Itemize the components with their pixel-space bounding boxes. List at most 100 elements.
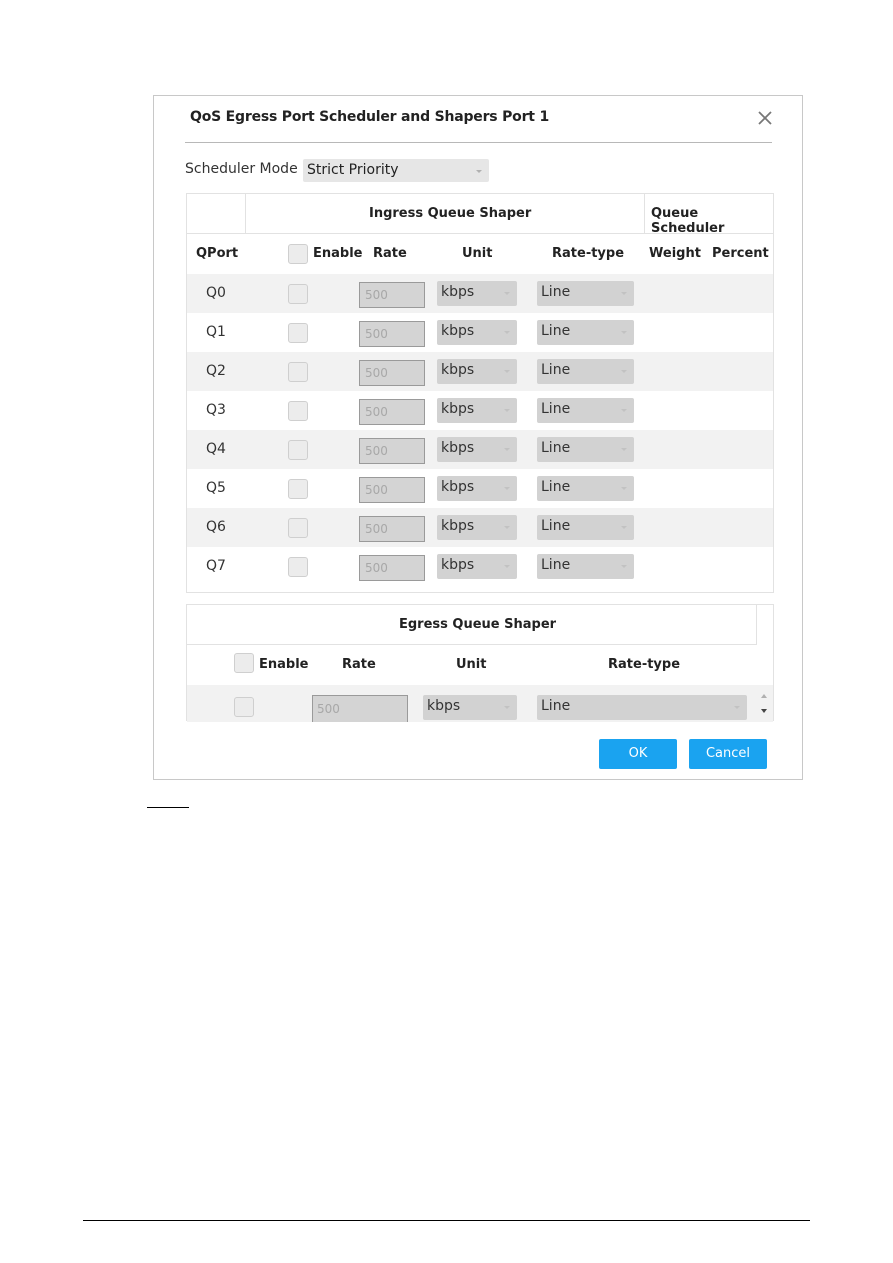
egress-unit-value: kbps [427, 698, 461, 714]
dialog-title: QoS Egress Port Scheduler and Shapers Po… [190, 109, 549, 125]
ingress-table: Ingress Queue Shaper Queue Scheduler QPo… [186, 193, 774, 593]
egress-col-rate: Rate [342, 657, 376, 672]
queue-unit-select[interactable]: kbps [437, 476, 517, 501]
queue-unit-value: kbps [441, 323, 475, 339]
queue-enable-checkbox[interactable] [288, 479, 308, 499]
scroll-down-arrow-icon[interactable] [761, 709, 767, 713]
scroll-up-arrow-icon[interactable] [761, 694, 767, 698]
scheduler-mode-select[interactable]: Strict Priority [303, 159, 489, 182]
queue-rate-input[interactable]: 500 [359, 360, 425, 386]
chevron-down-icon [504, 409, 510, 412]
queue-row: Q5 500 kbps Line [187, 469, 773, 508]
queue-enable-checkbox[interactable] [288, 284, 308, 304]
col-unit: Unit [462, 246, 493, 261]
queue-rate-input[interactable]: 500 [359, 516, 425, 542]
queue-rate-type-select[interactable]: Line [537, 476, 634, 501]
queue-unit-select[interactable]: kbps [437, 281, 517, 306]
queue-rate-input[interactable]: 500 [359, 282, 425, 308]
egress-enable-checkbox[interactable] [234, 697, 254, 717]
queue-rate-type-select[interactable]: Line [537, 320, 634, 345]
chevron-down-icon [621, 448, 627, 451]
egress-group-header: Egress Queue Shaper [187, 605, 757, 645]
queue-unit-select[interactable]: kbps [437, 437, 517, 462]
queue-row: Q1 500 kbps Line [187, 313, 773, 352]
queue-rate-input[interactable]: 500 [359, 477, 425, 503]
header-divider [644, 194, 645, 234]
chevron-down-icon [476, 170, 482, 173]
queue-label: Q3 [206, 402, 226, 418]
egress-enable-all-checkbox[interactable] [234, 653, 254, 673]
queue-label: Q0 [206, 285, 226, 301]
cancel-button[interactable]: Cancel [689, 739, 767, 769]
queue-enable-checkbox[interactable] [288, 518, 308, 538]
queue-rate-input[interactable]: 500 [359, 321, 425, 347]
queue-rate-type-select[interactable]: Line [537, 359, 634, 384]
col-qport: QPort [196, 246, 239, 261]
egress-row: 500 kbps Line [187, 685, 773, 722]
queue-rate-input[interactable]: 500 [359, 438, 425, 464]
chevron-down-icon [621, 526, 627, 529]
queue-rate-type-value: Line [541, 323, 571, 339]
queue-unit-value: kbps [441, 284, 475, 300]
queue-unit-select[interactable]: kbps [437, 398, 517, 423]
queue-row: Q6 500 kbps Line [187, 508, 773, 547]
chevron-down-icon [621, 331, 627, 334]
qos-dialog: QoS Egress Port Scheduler and Shapers Po… [153, 95, 803, 780]
queue-rate-type-value: Line [541, 557, 571, 573]
queue-enable-checkbox[interactable] [288, 440, 308, 460]
enable-all-checkbox[interactable] [288, 244, 308, 264]
chevron-down-icon [621, 409, 627, 412]
queue-enable-checkbox[interactable] [288, 401, 308, 421]
ok-button[interactable]: OK [599, 739, 677, 769]
queue-rate-type-select[interactable]: Line [537, 281, 634, 306]
queue-unit-value: kbps [441, 401, 475, 417]
queue-unit-value: kbps [441, 557, 475, 573]
queue-row: Q3 500 kbps Line [187, 391, 773, 430]
chevron-down-icon [504, 487, 510, 490]
queue-rate-type-select[interactable]: Line [537, 554, 634, 579]
queue-rate-type-select[interactable]: Line [537, 398, 634, 423]
header-divider [245, 194, 246, 234]
queue-unit-select[interactable]: kbps [437, 359, 517, 384]
queue-rate-input[interactable]: 500 [359, 399, 425, 425]
close-button[interactable] [754, 107, 776, 129]
queue-label: Q7 [206, 558, 226, 574]
chevron-down-icon [621, 487, 627, 490]
queue-label: Q2 [206, 363, 226, 379]
queue-label: Q6 [206, 519, 226, 535]
chevron-down-icon [621, 370, 627, 373]
chevron-down-icon [504, 565, 510, 568]
egress-unit-select[interactable]: kbps [423, 695, 517, 720]
queue-rate-type-value: Line [541, 362, 571, 378]
queue-rate-type-select[interactable]: Line [537, 515, 634, 540]
egress-rate-input[interactable]: 500 [312, 695, 408, 722]
queue-unit-select[interactable]: kbps [437, 320, 517, 345]
chevron-down-icon [504, 706, 510, 709]
page-footer-rule [83, 1220, 810, 1221]
queue-rate-type-select[interactable]: Line [537, 437, 634, 462]
note-underline [147, 807, 189, 808]
col-rate: Rate [373, 246, 407, 261]
queue-rate-type-value: Line [541, 479, 571, 495]
ingress-column-header: QPort Enable Rate Unit Rate-type Weight … [187, 234, 773, 274]
egress-col-rate-type: Rate-type [608, 657, 681, 672]
close-icon [758, 111, 772, 125]
queue-row: Q2 500 kbps Line [187, 352, 773, 391]
col-percent: Percent [712, 246, 769, 261]
queue-enable-checkbox[interactable] [288, 362, 308, 382]
col-enable: Enable [313, 246, 363, 261]
queue-enable-checkbox[interactable] [288, 323, 308, 343]
egress-rate-type-select[interactable]: Line [537, 695, 747, 720]
queue-rate-input[interactable]: 500 [359, 555, 425, 581]
chevron-down-icon [621, 292, 627, 295]
chevron-down-icon [734, 706, 740, 709]
queue-enable-checkbox[interactable] [288, 557, 308, 577]
queue-rate-type-value: Line [541, 284, 571, 300]
queue-unit-select[interactable]: kbps [437, 554, 517, 579]
queue-unit-value: kbps [441, 518, 475, 534]
scheduler-mode-label: Scheduler Mode [185, 161, 298, 177]
queue-unit-select[interactable]: kbps [437, 515, 517, 540]
title-divider [185, 142, 772, 143]
egress-col-unit: Unit [456, 657, 487, 672]
chevron-down-icon [504, 370, 510, 373]
